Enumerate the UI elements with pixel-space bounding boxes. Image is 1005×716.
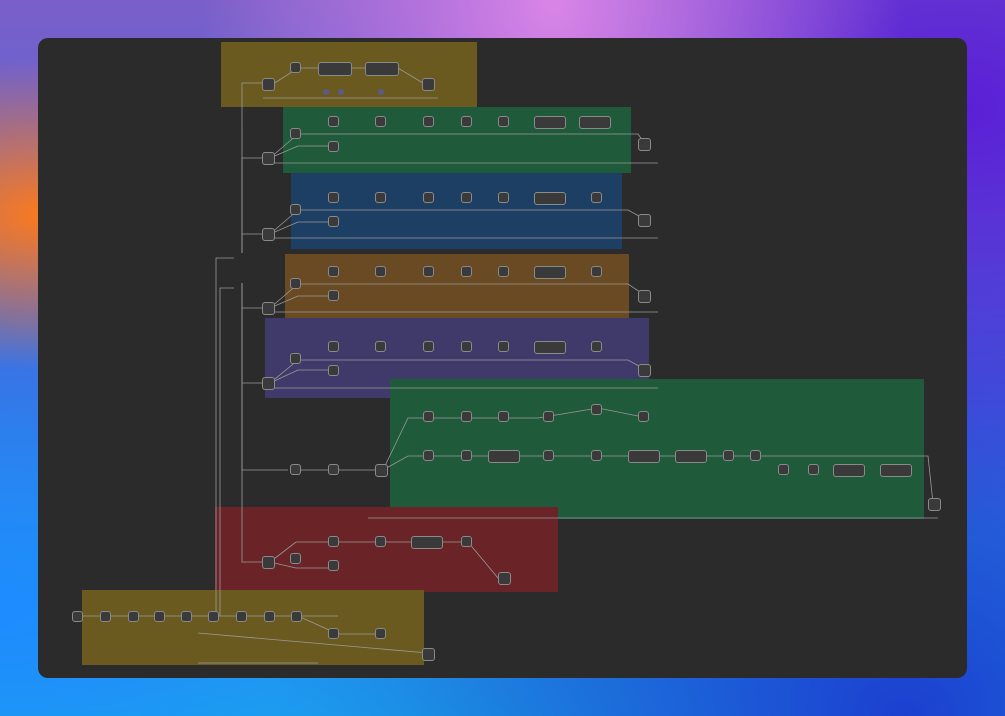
workflow-node[interactable] <box>328 141 339 152</box>
workflow-node[interactable] <box>591 404 602 415</box>
workflow-node[interactable] <box>291 611 302 622</box>
workflow-node[interactable] <box>638 138 651 151</box>
workflow-node[interactable] <box>328 116 339 127</box>
workflow-node[interactable] <box>290 353 301 364</box>
workflow-node[interactable] <box>128 611 139 622</box>
workflow-node[interactable] <box>543 450 554 461</box>
workflow-node[interactable] <box>461 411 472 422</box>
workflow-node[interactable] <box>423 192 434 203</box>
workflow-node[interactable] <box>264 611 275 622</box>
workflow-node[interactable] <box>928 498 941 511</box>
loop-node[interactable] <box>262 228 275 241</box>
workflow-node[interactable] <box>498 411 509 422</box>
workflow-node[interactable] <box>498 572 511 585</box>
workflow-node[interactable] <box>375 266 386 277</box>
workflow-node[interactable] <box>498 192 509 203</box>
workflow-node[interactable] <box>723 450 734 461</box>
workflow-node[interactable] <box>461 341 472 352</box>
workflow-node[interactable] <box>461 450 472 461</box>
ai-agent-node[interactable] <box>628 450 660 463</box>
ai-agent-node[interactable] <box>534 192 566 205</box>
workflow-node[interactable] <box>328 290 339 301</box>
filter-node[interactable] <box>579 116 611 129</box>
workflow-node[interactable] <box>328 464 339 475</box>
workflow-node[interactable] <box>638 290 651 303</box>
workflow-node[interactable] <box>423 116 434 127</box>
ai-agent-node[interactable] <box>534 116 566 129</box>
workflow-node[interactable] <box>591 450 602 461</box>
ai-agent-node[interactable] <box>488 450 520 463</box>
workflow-node[interactable] <box>375 536 386 547</box>
workflow-node[interactable] <box>375 341 386 352</box>
workflow-canvas[interactable] <box>38 38 967 678</box>
workflow-node[interactable] <box>423 266 434 277</box>
workflow-node[interactable] <box>290 553 301 564</box>
workflow-node[interactable] <box>181 611 192 622</box>
workflow-node[interactable] <box>328 536 339 547</box>
workflow-node[interactable] <box>328 560 339 571</box>
workflow-node[interactable] <box>498 116 509 127</box>
model-icon[interactable] <box>338 89 344 95</box>
workflow-node[interactable] <box>328 341 339 352</box>
workflow-node[interactable] <box>290 62 301 73</box>
workflow-node[interactable] <box>778 464 789 475</box>
workflow-node[interactable] <box>328 266 339 277</box>
workflow-node[interactable] <box>461 536 472 547</box>
workflow-node[interactable] <box>591 266 602 277</box>
workflow-node[interactable] <box>591 192 602 203</box>
workflow-node[interactable] <box>100 611 111 622</box>
workflow-node[interactable] <box>638 214 651 227</box>
workflow-node[interactable] <box>591 341 602 352</box>
workflow-node[interactable] <box>461 266 472 277</box>
loop-node[interactable] <box>262 377 275 390</box>
workflow-node[interactable] <box>808 464 819 475</box>
filter-node[interactable] <box>365 62 399 76</box>
loop-node[interactable] <box>262 302 275 315</box>
workflow-node[interactable] <box>236 611 247 622</box>
model-icon[interactable] <box>323 89 329 95</box>
workflow-node[interactable] <box>290 204 301 215</box>
ai-agent-node[interactable] <box>833 464 865 477</box>
workflow-node[interactable] <box>423 411 434 422</box>
workflow-node[interactable] <box>154 611 165 622</box>
workflow-node[interactable] <box>208 611 219 622</box>
workflow-node[interactable] <box>290 464 301 475</box>
ai-agent-node[interactable] <box>318 62 352 76</box>
workflow-node[interactable] <box>422 78 435 91</box>
workflow-node[interactable] <box>328 216 339 227</box>
loop-node[interactable] <box>262 556 275 569</box>
model-icon[interactable] <box>378 89 384 95</box>
workflow-node[interactable] <box>375 628 386 639</box>
workflow-node[interactable] <box>290 278 301 289</box>
workflow-node[interactable] <box>498 341 509 352</box>
loop-node[interactable] <box>375 464 388 477</box>
workflow-node[interactable] <box>498 266 509 277</box>
ai-agent-node[interactable] <box>534 266 566 279</box>
loop-node[interactable] <box>262 152 275 165</box>
workflow-node[interactable] <box>423 341 434 352</box>
workflow-node[interactable] <box>543 411 554 422</box>
workflow-node[interactable] <box>461 116 472 127</box>
workflow-node[interactable] <box>375 116 386 127</box>
ai-agent-node[interactable] <box>534 341 566 354</box>
workflow-node[interactable] <box>750 450 761 461</box>
workflow-node[interactable] <box>422 648 435 661</box>
workflow-node[interactable] <box>328 365 339 376</box>
workflow-node[interactable] <box>423 450 434 461</box>
workflow-node[interactable] <box>638 364 651 377</box>
trigger-node[interactable] <box>262 78 275 91</box>
workflow-node[interactable] <box>638 411 649 422</box>
filter-node[interactable] <box>675 450 707 463</box>
workflow-node[interactable] <box>375 192 386 203</box>
filter-node[interactable] <box>880 464 912 477</box>
workflow-node[interactable] <box>328 628 339 639</box>
workflow-node[interactable] <box>328 192 339 203</box>
workflow-node[interactable] <box>290 128 301 139</box>
trigger-node[interactable] <box>72 611 83 622</box>
workflow-node[interactable] <box>461 192 472 203</box>
ai-agent-node[interactable] <box>411 536 443 549</box>
